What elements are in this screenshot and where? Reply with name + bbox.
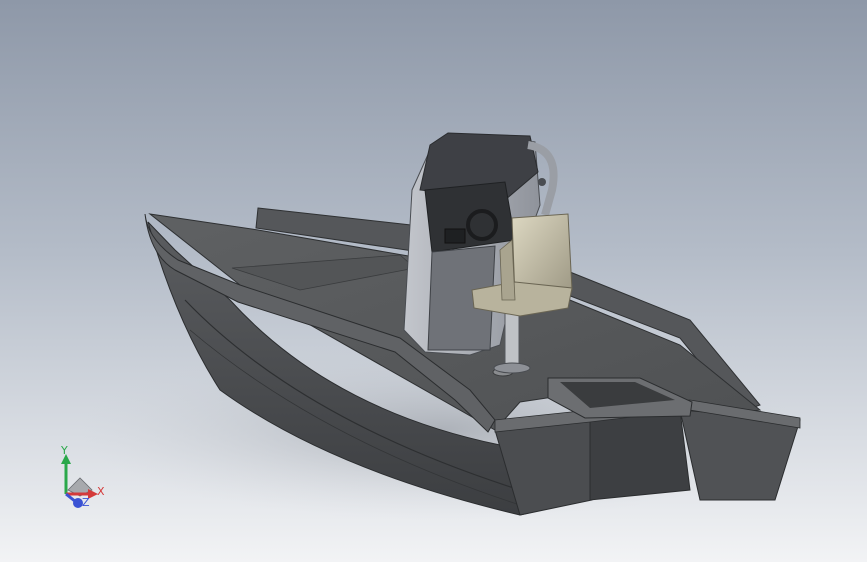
z-axis-label: Z	[82, 496, 90, 509]
cad-viewport[interactable]: Y X Z	[0, 0, 867, 562]
console-gauge	[444, 228, 466, 244]
seat-armrest	[499, 239, 516, 301]
console-rail-hole	[538, 178, 546, 186]
boat-3d-model[interactable]	[0, 0, 867, 562]
seat-base	[493, 362, 531, 374]
x-axis-label: X	[97, 485, 105, 498]
y-axis-label: Y	[61, 444, 68, 457]
transom-well	[589, 409, 691, 501]
seat-pedestal	[504, 309, 520, 369]
